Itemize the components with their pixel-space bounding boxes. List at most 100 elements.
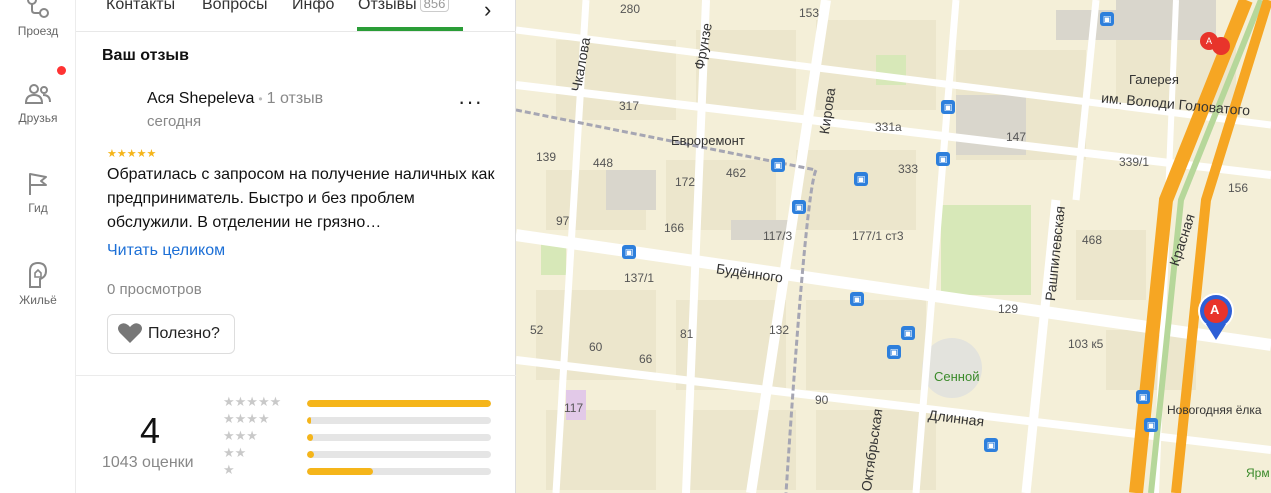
house-number: 97 xyxy=(556,214,570,228)
house-number: 448 xyxy=(593,156,614,170)
house-number: 139 xyxy=(536,150,557,164)
notification-dot xyxy=(57,66,66,75)
review-stars: ★★★★★ xyxy=(107,148,157,160)
house-number: 333 xyxy=(898,162,919,176)
house-number: 177/1 ст3 xyxy=(852,229,904,243)
place-label: Сенной xyxy=(934,369,980,384)
author-review-count: 1 отзыв xyxy=(266,90,324,107)
useful-label: Полезно? xyxy=(148,325,220,343)
bus-stop-icon[interactable]: ▣ xyxy=(984,438,998,452)
bus-stop-icon[interactable]: ▣ xyxy=(771,158,785,172)
histogram-fill xyxy=(307,417,311,424)
chevron-right-icon[interactable]: › xyxy=(484,0,491,23)
house-number: 137/1 xyxy=(624,271,655,285)
histogram-stars: ★★★ xyxy=(223,428,258,443)
histogram-stars: ★★★★ xyxy=(223,411,270,426)
house-number: 147 xyxy=(1006,130,1027,144)
review-text: Обратилась с запросом на получение налич… xyxy=(107,166,495,231)
bus-stop-icon[interactable]: ▣ xyxy=(901,326,915,340)
house-number: 156 xyxy=(1228,181,1249,195)
house-number: 117/3 xyxy=(763,229,793,243)
author-separator: • xyxy=(258,92,263,106)
route-icon xyxy=(27,0,49,18)
house-number: 60 xyxy=(589,340,603,354)
rail-item-label: Гид xyxy=(28,201,48,215)
map-view[interactable]: 280 153 317 139 448 172 462 331а 333 147… xyxy=(516,0,1271,493)
bus-stop-icon[interactable]: ▣ xyxy=(622,245,636,259)
read-more-link[interactable]: Читать целиком xyxy=(107,242,225,260)
bus-stop-icon[interactable]: ▣ xyxy=(936,152,950,166)
house-number: 153 xyxy=(799,6,820,20)
histogram-stars: ★★ xyxy=(223,445,247,460)
bus-stop-icon[interactable]: ▣ xyxy=(1100,12,1114,26)
house-number: 52 xyxy=(530,323,544,337)
house-number: 280 xyxy=(620,2,641,16)
app-root: Проезд Друзья Гид Жильё Контакты Вопросы… xyxy=(0,0,1271,493)
house-number: 90 xyxy=(815,393,829,407)
review-author: Ася Shepeleva • 1 отзыв xyxy=(147,90,323,108)
flag-icon xyxy=(29,173,47,195)
histogram-track xyxy=(307,417,491,424)
place-label: Евроремонт xyxy=(671,133,745,148)
histogram-fill xyxy=(307,400,491,407)
house-number: 81 xyxy=(680,327,694,341)
rail-item-route[interactable]: Проезд xyxy=(0,0,76,38)
bus-stop-icon[interactable]: ▣ xyxy=(854,172,868,186)
histogram-stars: ★ xyxy=(223,462,235,477)
tab-contacts[interactable]: Контакты xyxy=(106,0,175,14)
bus-stop-icon[interactable]: ▣ xyxy=(850,292,864,306)
tab-reviews-label: Отзывы xyxy=(358,0,417,13)
house-number: 117 xyxy=(564,401,584,415)
histogram-track xyxy=(307,434,491,441)
tab-info[interactable]: Инфо xyxy=(292,0,334,14)
organization-panel: Контакты Вопросы Инфо Отзывы 856 › Ваш от… xyxy=(76,0,516,493)
marker-letter: A xyxy=(1210,302,1220,317)
tab-questions[interactable]: Вопросы xyxy=(202,0,268,14)
rail-item-friends[interactable]: Друзья xyxy=(0,81,76,125)
useful-button[interactable]: Полезно? xyxy=(107,314,235,354)
housing-icon xyxy=(29,261,48,288)
house-number: 172 xyxy=(675,175,696,189)
histogram-track xyxy=(307,400,491,407)
active-tab-indicator xyxy=(357,27,463,31)
section-title: Ваш отзыв xyxy=(102,47,189,64)
house-number: 129 xyxy=(998,302,1019,316)
house-number: 339/1 xyxy=(1119,155,1150,169)
map-marker-mini[interactable]: A xyxy=(1200,32,1218,50)
rail-item-housing[interactable]: Жильё xyxy=(0,259,76,307)
bus-stop-icon[interactable]: ▣ xyxy=(887,345,901,359)
house-number: 331а xyxy=(875,120,902,134)
tab-bar: Контакты Вопросы Инфо Отзывы 856 › xyxy=(76,0,516,32)
histogram-fill xyxy=(307,468,374,475)
left-rail: Проезд Друзья Гид Жильё xyxy=(0,0,76,493)
bus-stop-icon[interactable]: ▣ xyxy=(792,200,806,214)
review-date: сегодня xyxy=(147,113,202,130)
place-label: Галерея xyxy=(1129,72,1179,87)
views-count: 0 просмотров xyxy=(107,281,202,298)
house-number: 166 xyxy=(664,221,685,235)
rail-item-label: Друзья xyxy=(18,111,58,125)
rating-summary: 4 1043 оценки ★★★★★ ★★★★ ★★★ ★★ ★ xyxy=(76,375,516,493)
heart-icon xyxy=(118,323,142,343)
rating-value: 4 xyxy=(140,410,161,451)
bus-stop-icon[interactable]: ▣ xyxy=(941,100,955,114)
friends-icon xyxy=(24,84,51,104)
house-number: 103 к5 xyxy=(1068,337,1104,351)
histogram-fill xyxy=(307,451,315,458)
rail-item-label: Проезд xyxy=(17,24,59,38)
author-name[interactable]: Ася Shepeleva xyxy=(147,90,254,107)
histogram-stars: ★★★★★ xyxy=(223,394,282,409)
bus-stop-icon[interactable]: ▣ xyxy=(1136,390,1150,404)
rail-item-guide[interactable]: Гид xyxy=(0,171,76,215)
bus-stop-icon[interactable]: ▣ xyxy=(1144,418,1158,432)
house-number: 66 xyxy=(639,352,653,366)
tab-reviews[interactable]: Отзывы 856 xyxy=(358,0,450,14)
rail-item-label: Жильё xyxy=(19,293,57,307)
rating-count: 1043 оценки xyxy=(102,454,194,471)
place-label: Ярм xyxy=(1246,466,1270,480)
histogram-track xyxy=(307,468,491,475)
house-number: 468 xyxy=(1082,233,1103,247)
more-options-button[interactable]: ··· xyxy=(458,91,483,113)
house-number: 132 xyxy=(769,323,790,337)
house-number: 462 xyxy=(726,166,747,180)
